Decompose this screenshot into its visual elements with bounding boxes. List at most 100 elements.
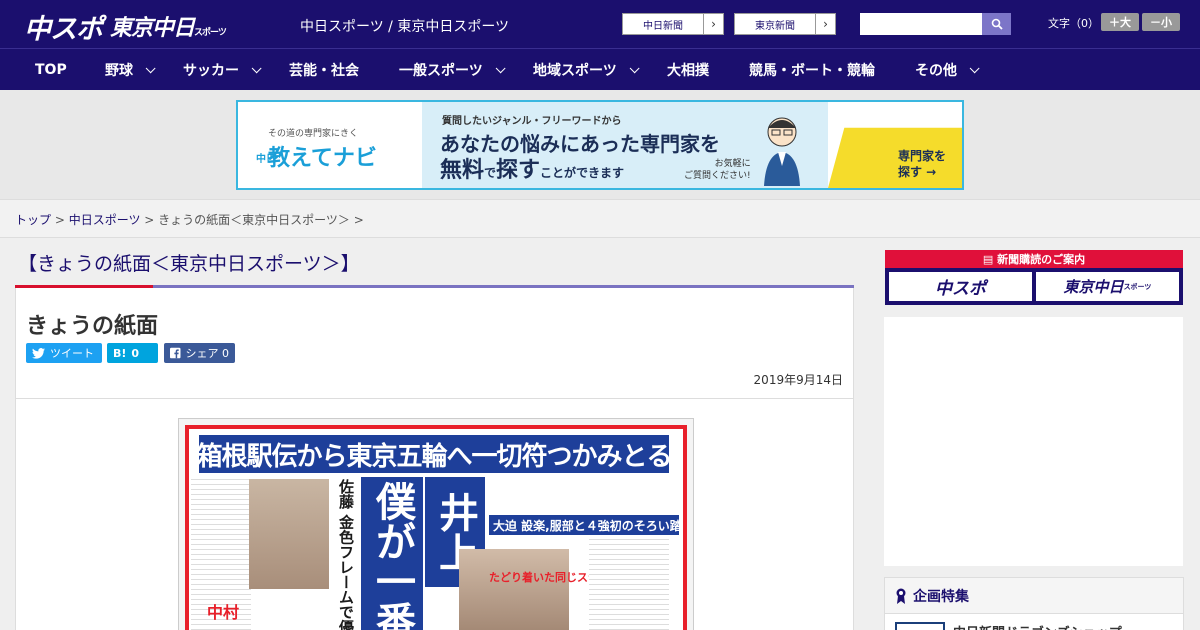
hatena-icon: B! xyxy=(113,346,127,360)
newspaper-vertical-headline: 佐藤 金色フレームで優勝狙 xyxy=(331,479,357,630)
breadcrumb-sep: > xyxy=(51,213,69,227)
subscription-title-text: 新聞購読のご案内 xyxy=(997,253,1086,266)
chevron-right-icon: › xyxy=(815,14,835,34)
nav-label: サッカー xyxy=(183,63,239,79)
tokyo-shimbun-label: 東京新聞 xyxy=(755,20,795,32)
nav-item-soccer[interactable]: サッカー xyxy=(183,49,262,91)
chevron-right-icon: › xyxy=(703,14,723,34)
nav-label: 野球 xyxy=(105,63,133,79)
newspaper-photo xyxy=(459,549,569,630)
newspaper-subheadline: 大迫 設楽,服部と４強初のそろい踏み xyxy=(489,515,683,535)
ad-tagline: その道の専門家にきく xyxy=(268,129,359,139)
nav-label: 大相撲 xyxy=(667,63,709,79)
newspaper-headline: 箱根駅伝から東京五輪へ一切符つかみとる xyxy=(197,435,673,473)
nav-label: TOP xyxy=(35,62,67,78)
feature-title: 企画特集 xyxy=(913,588,969,605)
facebook-share-button[interactable]: シェア 0 xyxy=(164,343,235,363)
ad-note: お気軽にご質問ください! xyxy=(684,158,751,182)
nav-item-racing[interactable]: 競馬・ボート・競輪 xyxy=(749,49,875,91)
subscription-box[interactable]: ▤ 新聞購読のご案内 中スポ 東京中日 スポーツ xyxy=(885,250,1183,305)
nav-label: 芸能・社会 xyxy=(289,63,359,79)
breadcrumb-section[interactable]: 中日スポーツ xyxy=(69,213,141,227)
newspaper-image-frame[interactable]: 箱根駅伝から東京五輪へ一切符つかみとる 佐藤 金色フレームで優勝狙 僕が一番 井… xyxy=(178,418,694,630)
chevron-down-icon xyxy=(145,62,156,73)
facebook-icon xyxy=(170,347,181,359)
sub-logo-2-small: スポーツ xyxy=(1123,282,1152,291)
nav-item-top[interactable]: TOP xyxy=(35,49,67,91)
chunichi-shimbun-label: 中日新聞 xyxy=(643,20,683,32)
sidebar-ad-slot xyxy=(884,317,1183,566)
ad-free-c: 探す xyxy=(496,158,541,183)
tokyo-chunichi-logo[interactable]: 東京中日スポーツ xyxy=(110,10,227,42)
newspaper-red-name: 中村 xyxy=(207,603,240,622)
chevron-down-icon xyxy=(629,62,640,73)
feature-thumbnail xyxy=(895,622,945,630)
subscription-title: ▤ 新聞購読のご案内 xyxy=(885,250,1183,268)
ad-cta-1: 専門家を xyxy=(898,149,947,163)
feature-box: 企画特集 中日新聞ドラゴンズショップ xyxy=(884,577,1184,630)
ribbon-icon xyxy=(896,588,906,604)
oshiete-navi-ad[interactable]: その道の専門家にきく 中日教えてナビ 質問したいジャンル・フリーワードから あな… xyxy=(236,100,964,190)
ad-free-b: で xyxy=(484,166,497,180)
nav-item-other[interactable]: その他 xyxy=(915,49,980,91)
chevron-down-icon xyxy=(969,62,980,73)
ad-note-2: ご質問ください! xyxy=(684,171,751,181)
ad-note-1: お気軽に xyxy=(714,159,751,169)
breadcrumb-home[interactable]: トップ xyxy=(15,213,51,227)
sub-logo-2-text: 東京中日 xyxy=(1063,278,1124,296)
twitter-bird-icon xyxy=(32,347,45,359)
tokyo-logo-small: スポーツ xyxy=(194,28,227,38)
newspaper-text-column xyxy=(589,539,669,630)
hatena-count: 0 xyxy=(131,346,140,360)
chevron-down-icon xyxy=(495,62,506,73)
feature-item-label: 中日新聞ドラゴンズショップ xyxy=(953,622,1122,630)
facebook-share-label: シェア xyxy=(185,347,219,360)
ad-brand: 中日教えてナビ xyxy=(256,140,377,172)
newspaper-front-page: 箱根駅伝から東京五輪へ一切符つかみとる 佐藤 金色フレームで優勝狙 僕が一番 井… xyxy=(185,425,687,630)
article-title: きょうの紙面 xyxy=(26,314,159,339)
nav-label: 一般スポーツ xyxy=(399,63,483,79)
nav-item-entertainment[interactable]: 芸能・社会 xyxy=(289,49,359,91)
tokyo-shimbun-link[interactable]: 東京新聞 › xyxy=(734,13,836,35)
ad-brand-panel: その道の専門家にきく 中日教えてナビ xyxy=(238,102,422,188)
newspaper-icon: ▤ xyxy=(982,252,998,266)
ad-free-d: ことができます xyxy=(540,166,625,180)
ad-free-a: 無料 xyxy=(440,158,485,183)
ad-cta[interactable]: 専門家を 探す → xyxy=(898,148,946,180)
article-divider xyxy=(16,398,853,399)
facebook-share-count: 0 xyxy=(222,346,229,360)
tweet-button[interactable]: ツイート xyxy=(26,343,102,363)
feature-item[interactable]: 中日新聞ドラゴンズショップ xyxy=(895,622,1122,630)
newspaper-big-headline: 僕が一番 xyxy=(361,477,423,630)
tweet-label: ツイート xyxy=(50,347,94,360)
search-button[interactable] xyxy=(982,13,1011,35)
hatena-bookmark-button[interactable]: B! 0 xyxy=(107,343,158,363)
newspaper-photo xyxy=(249,479,329,589)
font-smaller-button[interactable]: －小 xyxy=(1142,13,1180,31)
page-heading: 【きょうの紙面＜東京中日スポーツ＞】 xyxy=(18,253,360,275)
font-larger-button[interactable]: ＋大 xyxy=(1101,13,1139,31)
chevron-down-icon xyxy=(251,62,262,73)
main-nav: TOP 野球 サッカー 芸能・社会 一般スポーツ 地域スポーツ 大相撲 競馬・ボ… xyxy=(0,48,1200,90)
nav-item-sumo[interactable]: 大相撲 xyxy=(667,49,709,91)
nav-item-general-sports[interactable]: 一般スポーツ xyxy=(399,49,506,91)
feature-header: 企画特集 xyxy=(885,578,1183,614)
nav-label: その他 xyxy=(915,63,957,79)
site-title: 中日スポーツ / 東京中日スポーツ xyxy=(300,19,510,35)
subscribe-chuspo-link[interactable]: 中スポ xyxy=(889,272,1032,301)
ad-question: 質問したいジャンル・フリーワードから xyxy=(442,116,622,127)
site-header: 中スポ 東京中日スポーツ 中日スポーツ / 東京中日スポーツ 中日新聞 › 東京… xyxy=(0,0,1200,48)
breadcrumb: トップ > 中日スポーツ > きょうの紙面＜東京中日スポーツ＞ > xyxy=(0,200,1200,238)
tokyo-logo-text: 東京中日 xyxy=(110,16,195,41)
breadcrumb-sep: > xyxy=(140,213,159,227)
search-input[interactable] xyxy=(860,13,982,35)
subscribe-tokyo-chunichi-link[interactable]: 東京中日 スポーツ xyxy=(1036,272,1179,301)
banner-area: その道の専門家にきく 中日教えてナビ 質問したいジャンル・フリーワードから あな… xyxy=(0,90,1200,200)
nav-item-regional-sports[interactable]: 地域スポーツ xyxy=(533,49,640,91)
ad-brand-name: 教えてナビ xyxy=(268,146,377,171)
chuspo-logo[interactable]: 中スポ xyxy=(24,7,103,45)
ad-brand-prefix: 中日 xyxy=(256,153,276,165)
article-date: 2019年9月14日 xyxy=(753,373,843,387)
nav-item-baseball[interactable]: 野球 xyxy=(105,49,156,91)
chunichi-shimbun-link[interactable]: 中日新聞 › xyxy=(622,13,724,35)
